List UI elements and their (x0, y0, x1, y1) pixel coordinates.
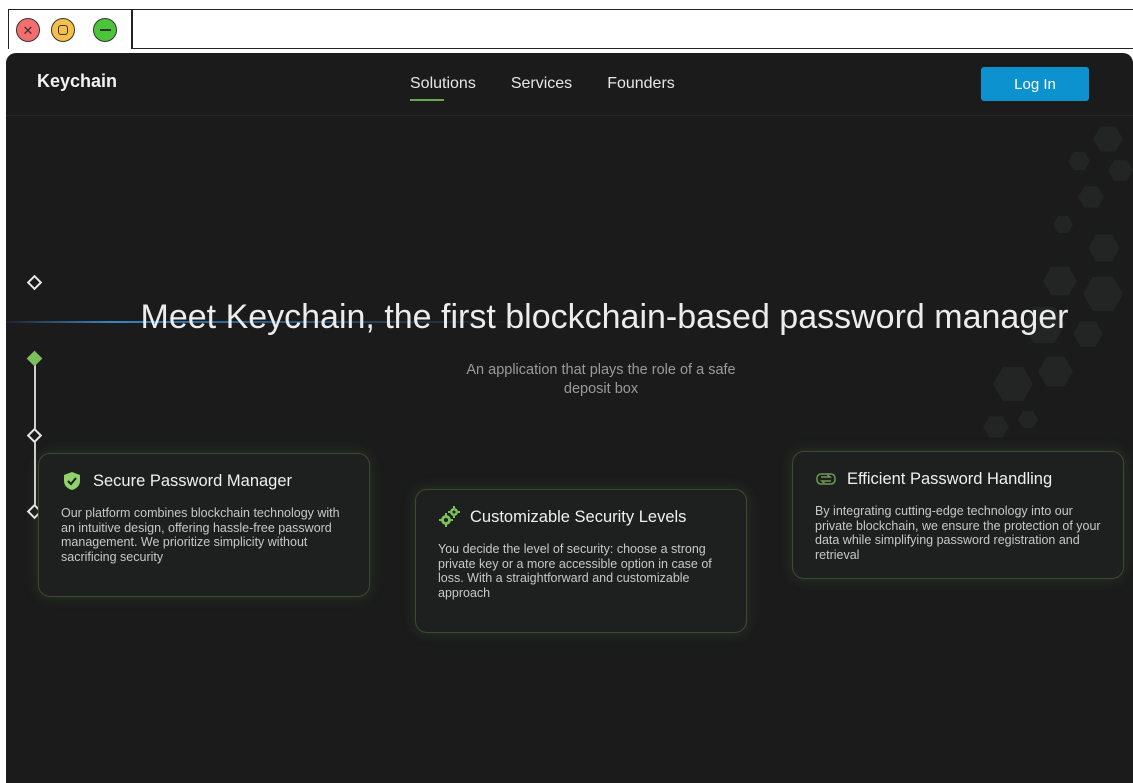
nav-item-solutions[interactable]: Solutions (410, 75, 476, 101)
gears-icon (438, 506, 460, 528)
nav-item-services[interactable]: Services (511, 75, 572, 93)
logo[interactable]: Keychain (37, 71, 117, 92)
timeline-step-2-active[interactable] (26, 350, 43, 367)
card-body: You decide the level of security: choose… (438, 542, 712, 600)
site-header: Keychain Solutions Services Founders Log… (6, 53, 1133, 116)
titlebar-border-edge (132, 9, 133, 49)
timeline-step-3[interactable] (26, 427, 43, 444)
titlebar-border-top (132, 9, 1133, 10)
maximize-window-button[interactable] (51, 18, 75, 42)
feature-card-customizable: Customizable Security Levels You decide … (415, 489, 747, 633)
card-title: Efficient Password Handling (847, 469, 1053, 488)
feature-card-efficient: Efficient Password Handling By integrati… (792, 451, 1124, 579)
card-title: Customizable Security Levels (470, 507, 687, 526)
shield-check-icon (61, 470, 83, 492)
hero-subtitle: An application that plays the role of a … (466, 362, 736, 397)
minimize-icon (99, 29, 111, 31)
main-nav: Solutions Services Founders (410, 75, 675, 101)
titlebar-border-bottom (132, 48, 1133, 49)
close-icon: ✕ (22, 22, 34, 38)
card-title: Secure Password Manager (93, 471, 293, 490)
login-button[interactable]: Log In (981, 67, 1089, 101)
card-body: Our platform combines blockchain technol… (61, 506, 340, 564)
decorative-hex-pattern (973, 115, 1133, 465)
timeline-step-1[interactable] (26, 274, 43, 291)
hero-title: Meet Keychain, the first blockchain-base… (140, 298, 1069, 336)
nav-item-founders[interactable]: Founders (607, 75, 675, 93)
app-window: Keychain Solutions Services Founders Log… (6, 53, 1133, 783)
close-window-button[interactable]: ✕ (16, 18, 40, 42)
exchange-icon (815, 468, 837, 490)
feature-card-secure: Secure Password Manager Our platform com… (38, 453, 370, 597)
maximize-icon (58, 25, 68, 35)
card-body: By integrating cutting-edge technology i… (815, 504, 1101, 562)
minimize-window-button[interactable] (93, 18, 117, 42)
window-controls: ✕ (8, 9, 132, 49)
